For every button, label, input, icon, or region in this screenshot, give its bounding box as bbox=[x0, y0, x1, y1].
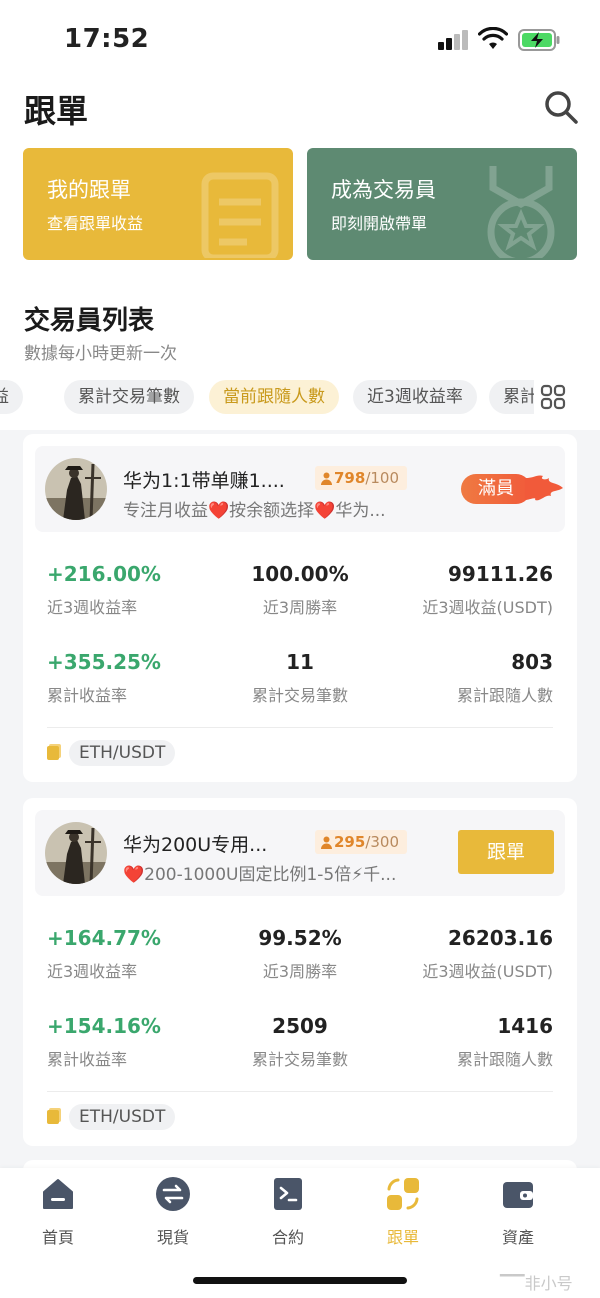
my-copy-trades-card[interactable]: 我的跟單 查看跟單收益 bbox=[23, 148, 293, 260]
page-title: 跟單 bbox=[24, 92, 89, 130]
followers-max: /300 bbox=[365, 833, 399, 851]
copy-trade-icon bbox=[387, 1178, 419, 1210]
battery-charging-icon bbox=[518, 29, 560, 51]
stat-total-followers: 1416 累計跟隨人數 bbox=[456, 1014, 553, 1069]
status-time: 17:52 bbox=[64, 24, 150, 54]
watermark: ▔▔非小号 bbox=[500, 1274, 573, 1293]
promo-subtitle: 查看跟單收益 bbox=[47, 214, 144, 233]
stat-3week-profit: 26203.16 近3週收益(USDT) bbox=[422, 926, 553, 981]
trader-card-header: 华为1:1带单赚1.... 798/100 专注月收益❤️按余额选择❤️华为..… bbox=[35, 446, 565, 532]
promo-subtitle: 即刻開啟帶單 bbox=[331, 214, 428, 233]
followers-count: 798 bbox=[334, 469, 366, 487]
stat-total-followers: 803 累計跟隨人數 bbox=[456, 650, 553, 705]
wifi-icon bbox=[478, 27, 508, 49]
stat-3week-winrate: 100.00% 近3周勝率 bbox=[251, 562, 349, 617]
stat-total-return: +154.16% 累計收益率 bbox=[47, 1014, 161, 1069]
trading-pair-icon bbox=[47, 744, 61, 760]
nav-spot[interactable]: 現貨 bbox=[123, 1176, 223, 1248]
stat-3week-return: +216.00% 近3週收益率 bbox=[47, 562, 161, 617]
trader-name: 华为1:1带单赚1.... bbox=[123, 470, 285, 492]
stat-3week-profit: 99111.26 近3週收益(USDT) bbox=[422, 562, 553, 617]
trader-list-title: 交易員列表 bbox=[24, 306, 155, 336]
flame-icon bbox=[525, 475, 563, 501]
full-status-badge: 滿員 bbox=[461, 474, 563, 504]
stat-3week-return: +164.77% 近3週收益率 bbox=[47, 926, 161, 981]
followers-badge: 798/100 bbox=[315, 466, 407, 490]
grid-view-icon[interactable] bbox=[540, 384, 566, 410]
trader-description: 专注月收益❤️按余额选择❤️华为... bbox=[123, 501, 386, 521]
sort-filter-bar: 益 累計交易筆數 當前跟隨人數 近3週收益率 累計 bbox=[0, 380, 534, 414]
divider bbox=[47, 1091, 553, 1092]
trading-pair-tag: ETH/USDT bbox=[69, 740, 176, 766]
home-indicator bbox=[193, 1277, 407, 1284]
copy-trade-button[interactable]: 跟單 bbox=[458, 830, 554, 874]
nav-contract[interactable]: 合約 bbox=[238, 1176, 338, 1248]
become-trader-card[interactable]: 成為交易員 即刻開啟帶單 bbox=[307, 148, 577, 260]
user-icon bbox=[321, 472, 332, 485]
document-icon bbox=[201, 172, 279, 258]
home-icon bbox=[43, 1179, 73, 1209]
medal-icon bbox=[487, 166, 555, 258]
trader-card[interactable]: 华为1:1带单赚1.... 798/100 专注月收益❤️按余额选择❤️华为..… bbox=[23, 434, 577, 782]
trader-card-header: 华为200U专用... 295/300 ❤️200-1000U固定比例1-5倍⚡… bbox=[35, 810, 565, 896]
trader-avatar[interactable] bbox=[45, 822, 107, 884]
nav-copy-trade[interactable]: 跟單 bbox=[353, 1176, 453, 1248]
filter-chip-earnings[interactable]: 益 bbox=[0, 380, 23, 414]
trader-avatar[interactable] bbox=[45, 458, 107, 520]
trader-name: 华为200U专用... bbox=[123, 834, 268, 856]
trader-description: ❤️200-1000U固定比例1-5倍⚡千... bbox=[123, 865, 397, 885]
stat-total-return: +355.25% 累計收益率 bbox=[47, 650, 161, 705]
filter-chip-cumulative[interactable]: 累計 bbox=[489, 380, 534, 414]
promo-title: 成為交易員 bbox=[331, 178, 436, 202]
user-icon bbox=[321, 836, 332, 849]
trading-pair-icon bbox=[47, 1108, 61, 1124]
contract-icon bbox=[274, 1178, 302, 1210]
filter-chip-current-followers[interactable]: 當前跟隨人數 bbox=[209, 380, 339, 414]
full-status-label: 滿員 bbox=[461, 474, 531, 504]
wallet-icon bbox=[503, 1182, 533, 1208]
nav-home[interactable]: 首頁 bbox=[8, 1176, 108, 1248]
cellular-signal-icon bbox=[438, 30, 470, 50]
trader-card[interactable]: 华为200U专用... 295/300 ❤️200-1000U固定比例1-5倍⚡… bbox=[23, 798, 577, 1146]
followers-badge: 295/300 bbox=[315, 830, 407, 854]
stat-3week-winrate: 99.52% 近3周勝率 bbox=[258, 926, 342, 981]
followers-max: /100 bbox=[365, 469, 399, 487]
trader-list-subtitle: 數據每小時更新一次 bbox=[24, 344, 177, 364]
stat-total-trades: 11 累計交易筆數 bbox=[251, 650, 348, 705]
stat-total-trades: 2509 累計交易筆數 bbox=[251, 1014, 348, 1069]
followers-count: 295 bbox=[334, 833, 366, 851]
nav-assets[interactable]: 資產 bbox=[468, 1176, 568, 1248]
filter-chip-3week-return[interactable]: 近3週收益率 bbox=[353, 380, 477, 414]
trading-pair-tag: ETH/USDT bbox=[69, 1104, 176, 1130]
divider bbox=[47, 727, 553, 728]
spot-exchange-icon bbox=[156, 1177, 190, 1211]
promo-title: 我的跟單 bbox=[47, 178, 131, 202]
search-icon[interactable] bbox=[542, 88, 580, 126]
filter-chip-total-trades[interactable]: 累計交易筆數 bbox=[64, 380, 194, 414]
status-bar: 17:52 bbox=[0, 0, 600, 80]
